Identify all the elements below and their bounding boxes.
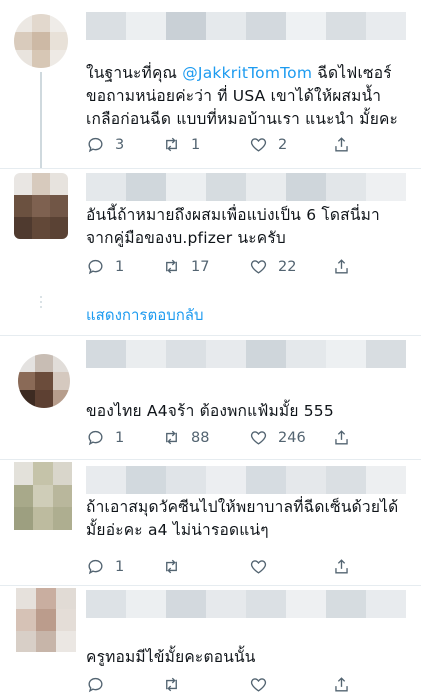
author-name-blurred[interactable] xyxy=(86,12,406,40)
show-replies-link[interactable]: แสดงการตอบกลับ xyxy=(86,303,204,327)
avatar-blurred[interactable] xyxy=(18,354,70,408)
avatar-blurred[interactable] xyxy=(16,588,76,652)
tweet-5[interactable]: ครูทอมมีไข้มั้ยคะตอนนั้น xyxy=(0,586,421,696)
reply-icon xyxy=(88,677,103,693)
retweet-icon xyxy=(166,259,177,274)
share-icon xyxy=(335,430,348,445)
like-button[interactable] xyxy=(249,557,268,576)
reply-button[interactable]: 1 xyxy=(86,557,124,576)
share-button[interactable] xyxy=(332,557,351,576)
reply-button[interactable]: 1 xyxy=(86,257,124,276)
share-icon xyxy=(335,677,348,692)
retweet-icon xyxy=(166,559,177,574)
like-icon xyxy=(250,260,267,274)
retweet-icon xyxy=(166,137,177,152)
share-button[interactable] xyxy=(332,135,351,154)
avatar-blurred[interactable] xyxy=(14,14,68,68)
thread-dots xyxy=(40,296,44,308)
like-icon xyxy=(250,560,267,574)
avatar-blurred[interactable] xyxy=(14,462,72,530)
retweet-button[interactable] xyxy=(162,557,181,576)
reply-icon xyxy=(88,137,103,153)
tweet-2[interactable]: อันนี้ถ้าหมายถึงผสมเพื่อแบ่งเป็น 6 โดสนี… xyxy=(0,169,421,334)
like-icon xyxy=(250,431,267,445)
tweet-text: ในฐานะที่คุณ @JakkritTomTom ฉีดไฟเซอร์ ข… xyxy=(86,64,399,128)
tweet-text: ครูทอมมีไข้มั้ยคะตอนนั้น xyxy=(86,648,256,666)
tweet-text: ถ้าเอาสมุดวัคซีนไปให้พยาบาลที่ฉีดเซ็นด้ว… xyxy=(86,498,399,539)
author-name-blurred[interactable] xyxy=(86,173,406,201)
retweet-icon xyxy=(166,677,177,692)
like-button[interactable]: 22 xyxy=(249,257,296,276)
reply-icon xyxy=(88,559,103,575)
share-button[interactable] xyxy=(332,428,351,447)
reply-button[interactable]: 1 xyxy=(86,428,124,447)
share-button[interactable] xyxy=(332,257,351,276)
retweet-icon xyxy=(166,430,177,445)
like-icon xyxy=(250,678,267,692)
tweet-1[interactable]: ในฐานะที่คุณ @JakkritTomTom ฉีดไฟเซอร์ ข… xyxy=(0,0,421,168)
share-button[interactable] xyxy=(332,675,351,694)
like-button[interactable]: 246 xyxy=(249,428,306,447)
author-name-blurred[interactable] xyxy=(86,340,406,368)
like-button[interactable] xyxy=(249,675,268,694)
mention-link[interactable]: @JakkritTomTom xyxy=(182,64,312,82)
author-name-blurred[interactable] xyxy=(86,466,406,494)
share-icon xyxy=(335,259,348,274)
like-icon xyxy=(250,138,267,152)
tweet-text: อันนี้ถ้าหมายถึงผสมเพื่อแบ่งเป็น 6 โดสนี… xyxy=(86,206,380,247)
reply-button[interactable]: 3 xyxy=(86,135,124,154)
avatar-blurred[interactable] xyxy=(14,173,68,239)
retweet-button[interactable]: 17 xyxy=(162,257,209,276)
share-icon xyxy=(335,559,348,574)
reply-icon xyxy=(88,259,103,275)
retweet-button[interactable]: 1 xyxy=(162,135,200,154)
tweet-4[interactable]: ถ้าเอาสมุดวัคซีนไปให้พยาบาลที่ฉีดเซ็นด้ว… xyxy=(0,460,421,580)
share-icon xyxy=(335,137,348,152)
thread-line xyxy=(40,72,42,168)
author-name-blurred[interactable] xyxy=(86,590,406,618)
tweet-text: ของไทย A4จร้า ต้องพกแฟ้มมั้ย 555 xyxy=(86,402,334,420)
tweet-3[interactable]: ของไทย A4จร้า ต้องพกแฟ้มมั้ย 555 1 88 24… xyxy=(0,336,421,456)
retweet-button[interactable] xyxy=(162,675,181,694)
reply-icon xyxy=(88,430,103,446)
retweet-button[interactable]: 88 xyxy=(162,428,209,447)
like-button[interactable]: 2 xyxy=(249,135,287,154)
reply-button[interactable] xyxy=(86,675,105,694)
